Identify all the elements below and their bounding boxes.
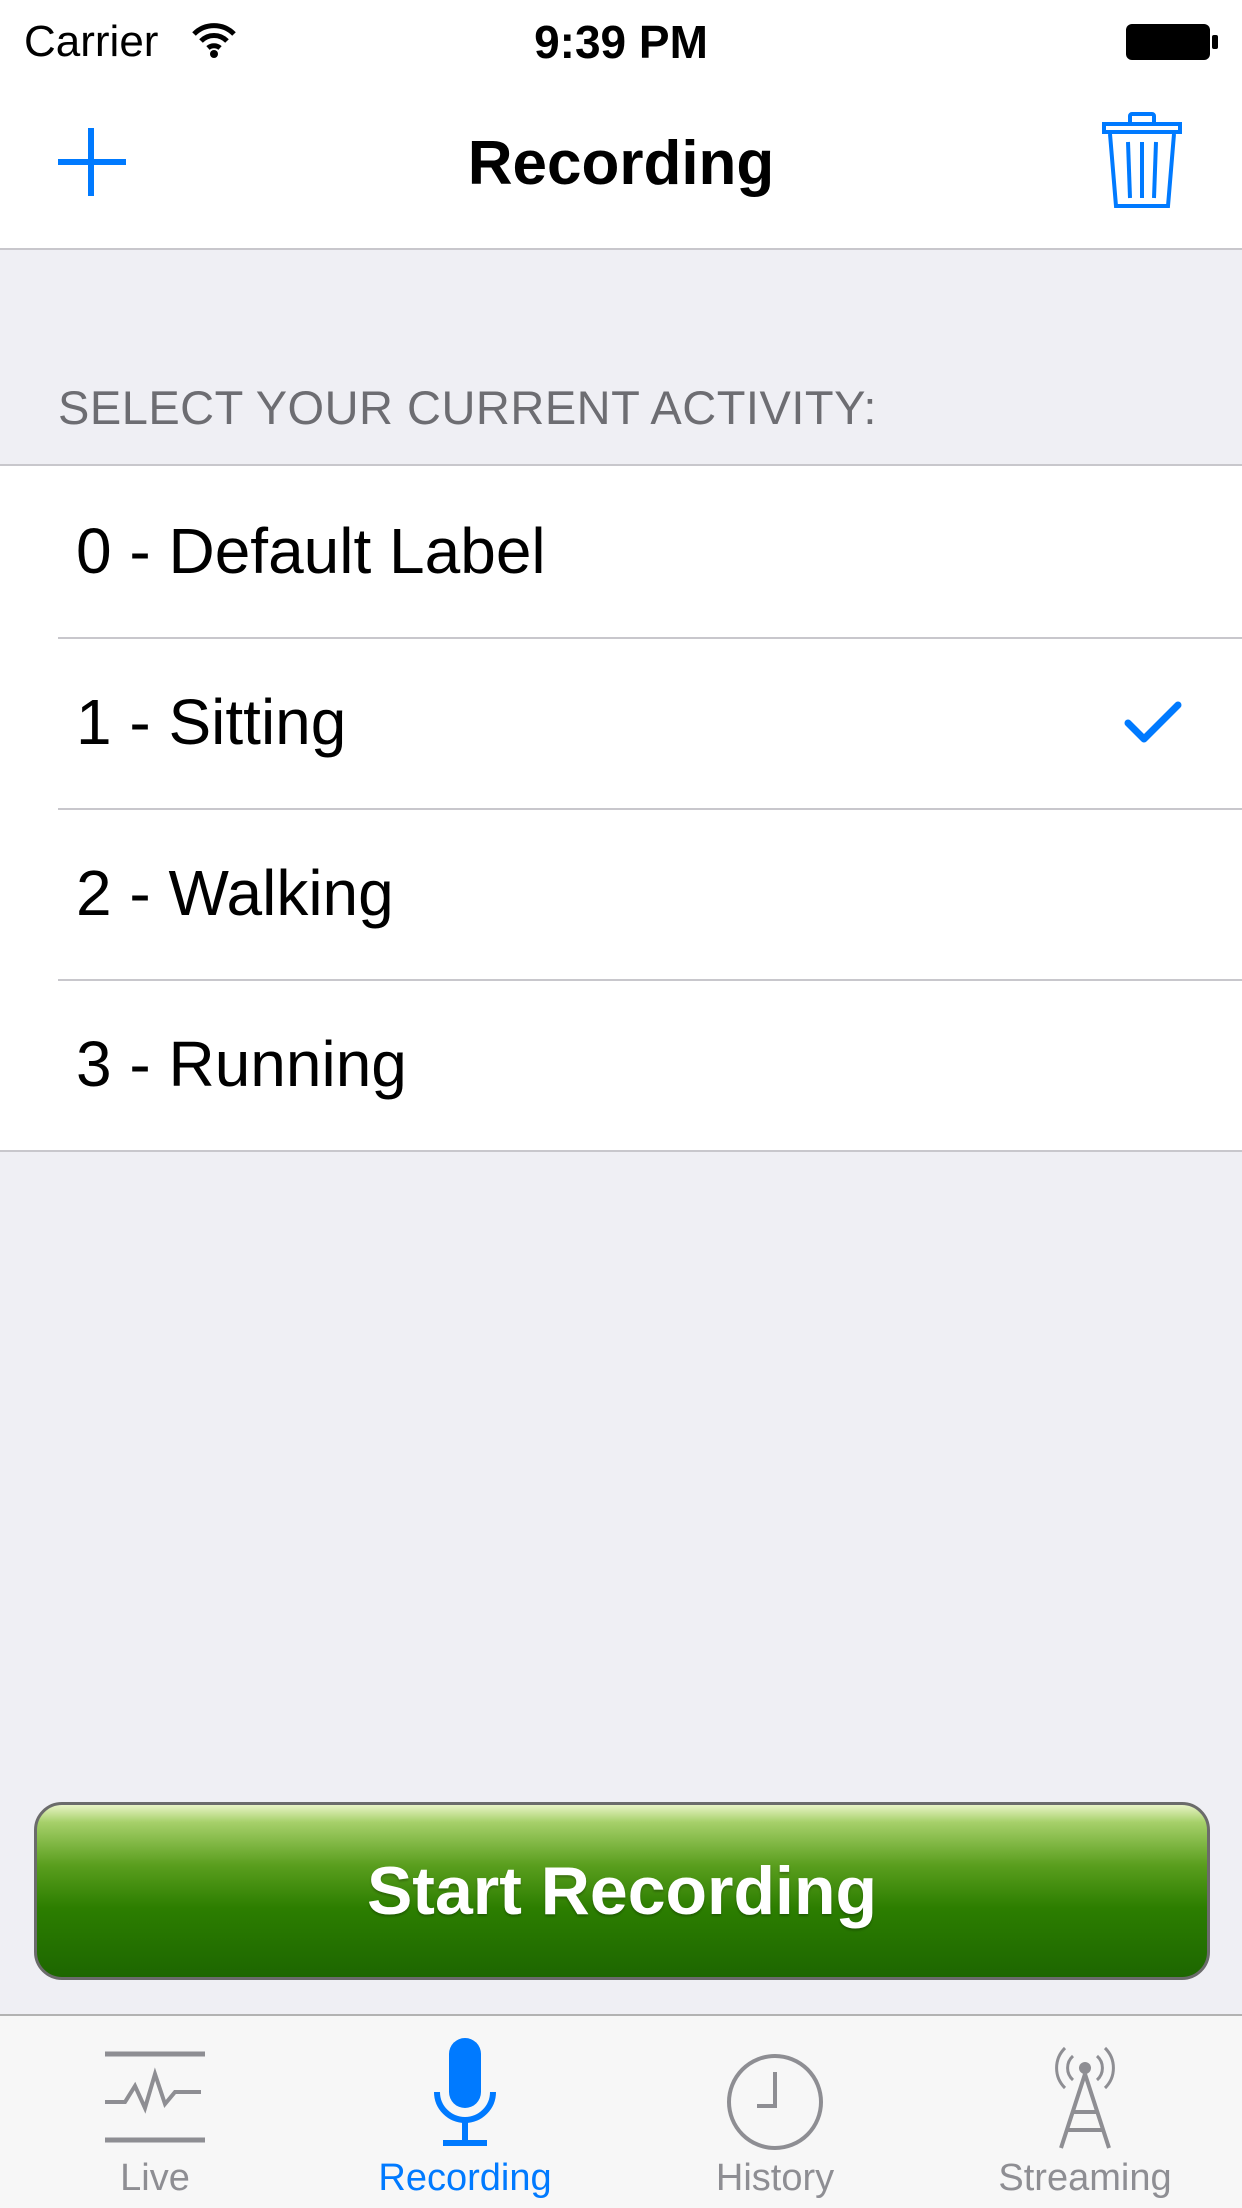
start-recording-label: Start Recording [366, 1853, 878, 1929]
tab-history[interactable]: History [620, 2016, 930, 2208]
list-item-default-label[interactable]: 0 - Default Label [0, 466, 1242, 637]
list-item-label: 3 - Running [76, 1028, 407, 1100]
microphone-icon [434, 2038, 496, 2146]
tab-live[interactable]: Live [0, 2016, 310, 2208]
tab-recording[interactable]: Recording [310, 2016, 620, 2208]
start-recording-button[interactable]: Start Recording [34, 1802, 1210, 1980]
list-item-label: 2 - Walking [76, 857, 394, 929]
section-header: SELECT YOUR CURRENT ACTIVITY: [58, 381, 877, 434]
page-title: Recording [467, 129, 775, 198]
tab-label: Recording [378, 2157, 552, 2199]
delete-button[interactable] [1100, 108, 1184, 212]
checkmark-icon [1124, 701, 1182, 743]
list-item-label: 0 - Default Label [76, 515, 546, 587]
clock-icon [727, 2054, 823, 2150]
navigation-bar: Recording [0, 82, 1242, 250]
tab-label: Streaming [998, 2157, 1172, 2199]
activity-list: 0 - Default Label 1 - Sitting 2 - Walkin… [0, 464, 1242, 1152]
antenna-tower-icon [1055, 2046, 1115, 2149]
list-item-walking[interactable]: 2 - Walking [0, 808, 1242, 979]
status-bar: Carrier 9:39 PM [0, 0, 1242, 82]
battery-icon [1126, 24, 1218, 60]
list-item-label: 1 - Sitting [76, 686, 347, 758]
pulse-chart-icon [105, 2051, 205, 2143]
tab-label: Live [120, 2157, 190, 2199]
tab-streaming[interactable]: Streaming [930, 2016, 1240, 2208]
list-item-sitting[interactable]: 1 - Sitting [0, 637, 1242, 808]
trash-icon [1102, 112, 1182, 208]
tab-label: History [715, 2157, 835, 2199]
tab-bar: Live Recording History Streaming [0, 2014, 1242, 2208]
list-item-running[interactable]: 3 - Running [0, 979, 1242, 1150]
status-time: 9:39 PM [534, 16, 708, 68]
recording-screen: Carrier 9:39 PM Recording SELECT YOUR CU… [0, 0, 1242, 2208]
